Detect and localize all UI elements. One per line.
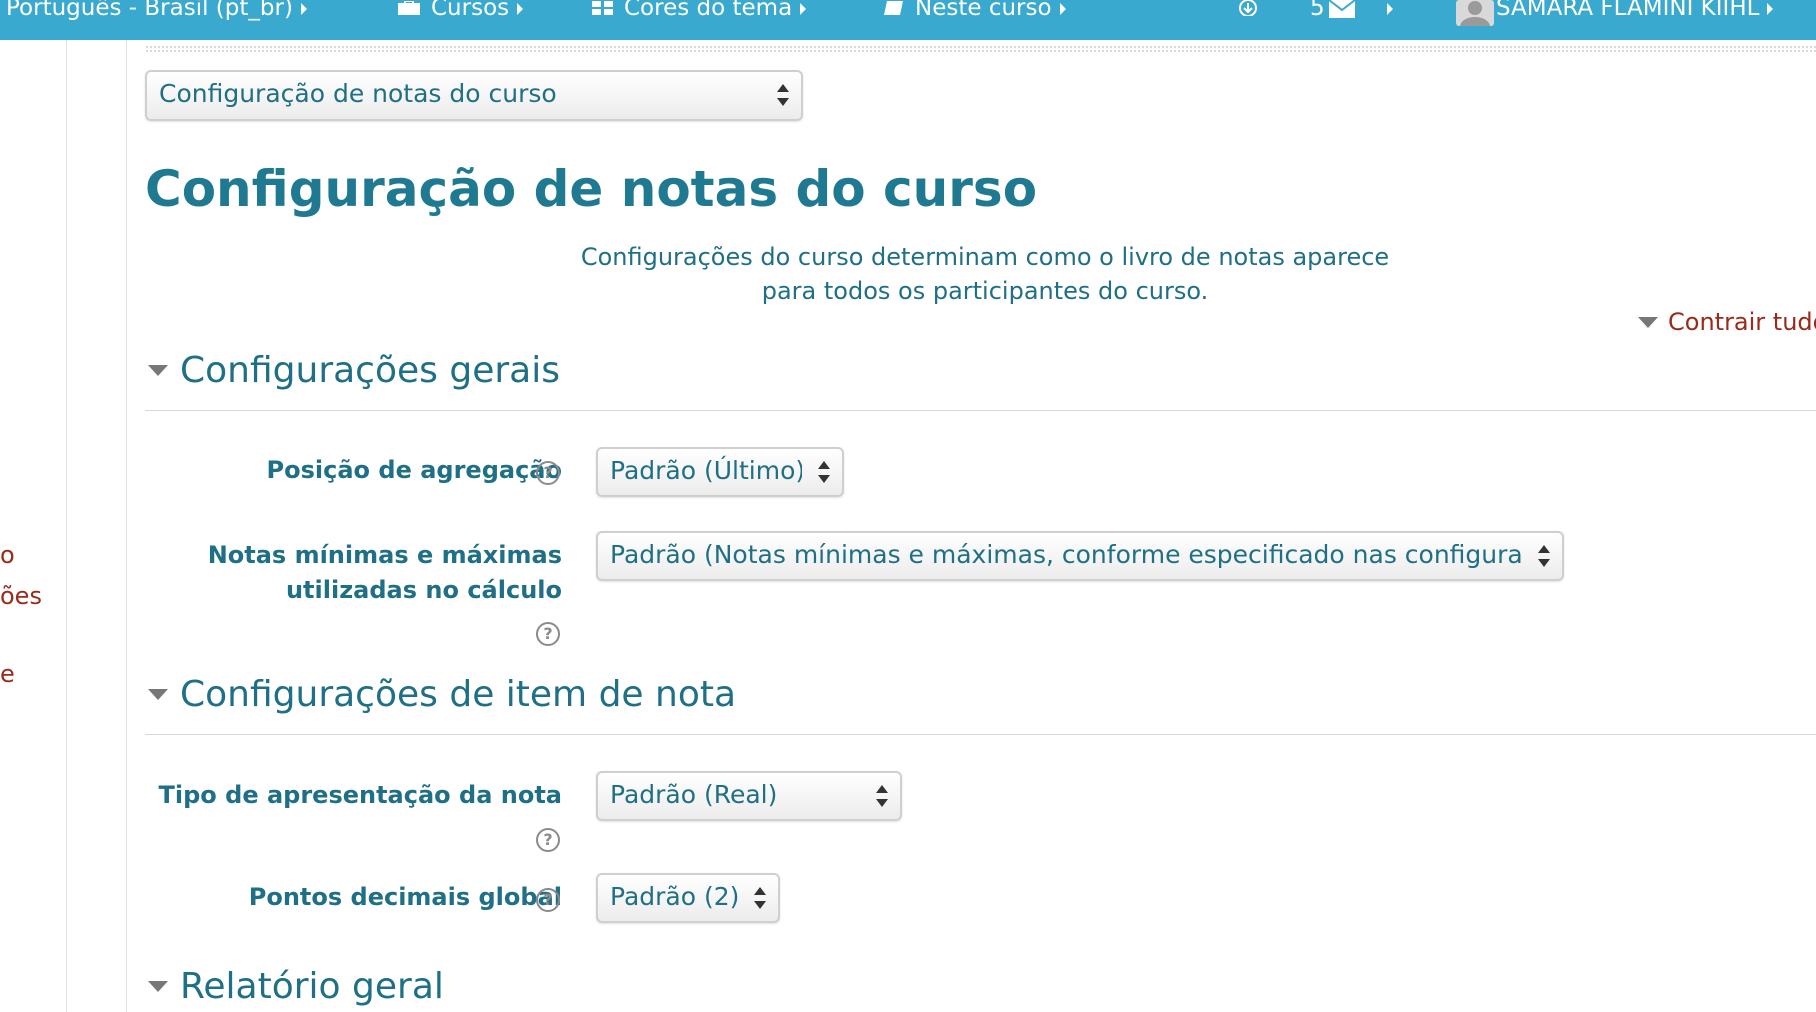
select-arrows-icon (1538, 545, 1550, 567)
intro-line-2: para todos os participantes do curso. (761, 277, 1209, 305)
help-icon[interactable]: ? (536, 622, 560, 646)
select-arrows-icon (777, 84, 789, 106)
minmax-value: Padrão (Notas mínimas e máximas, conform… (610, 540, 1522, 569)
help-icon[interactable]: ? (536, 828, 560, 852)
section-toggle-grade-item[interactable]: Configurações de item de nota (148, 674, 736, 715)
this-course-menu[interactable]: Neste curso (883, 0, 1066, 20)
section-divider (145, 410, 1816, 411)
decimal-points-label: Pontos decimais global (248, 883, 562, 911)
caret-right-icon (517, 3, 524, 15)
minmax-select[interactable]: Padrão (Notas mínimas e máximas, conform… (596, 531, 1564, 581)
caret-right-icon (300, 3, 307, 15)
courses-menu[interactable]: Cursos (397, 0, 524, 21)
avatar-icon (1456, 0, 1494, 27)
message-count: 5 (1310, 0, 1325, 21)
sidebar-link-fragment[interactable]: o (0, 541, 15, 569)
section-toggle-overview[interactable]: Relatório geral (148, 966, 444, 1007)
theme-colors-menu[interactable]: Cores do tema (592, 0, 807, 21)
book-icon (883, 0, 905, 16)
section-title: Configurações gerais (180, 350, 560, 391)
sidebar-border (66, 40, 67, 1012)
user-name: SAMARA FLAMINI KIIHL (1496, 0, 1760, 21)
minmax-label-line-1: Notas mínimas e máximas (207, 541, 562, 569)
user-menu[interactable]: SAMARA FLAMINI KIIHL (1456, 0, 1774, 26)
page-selector[interactable]: Configuração de notas do curso (145, 70, 803, 121)
display-type-value: Padrão (Real) (610, 780, 778, 809)
dotted-divider (145, 45, 1816, 53)
help-icon[interactable]: ? (536, 888, 560, 912)
language-label: Português - Brasil (pt_br) (6, 0, 293, 21)
content-border (126, 40, 127, 1012)
minmax-label: Notas mínimas e máximas utilizadas no cá… (208, 538, 562, 608)
triangle-down-icon (148, 689, 168, 700)
select-arrows-icon (754, 887, 766, 909)
intro-text: Configurações do curso determinam como o… (500, 240, 1470, 308)
section-divider (145, 734, 1816, 735)
top-navbar: Português - Brasil (pt_br) Cursos Cores … (0, 0, 1816, 40)
download-button[interactable] (1238, 0, 1258, 20)
caret-right-icon (800, 3, 807, 15)
triangle-down-icon (148, 365, 168, 376)
intro-line-1: Configurações do curso determinam como o… (580, 243, 1390, 271)
collapse-all-label: Contrair tudo (1668, 308, 1816, 336)
sidebar-link-fragment[interactable]: ões (0, 582, 42, 610)
select-arrows-icon (876, 785, 888, 807)
envelope-icon (1328, 0, 1356, 19)
caret-right-icon (1767, 3, 1774, 15)
this-course-label: Neste curso (915, 0, 1052, 21)
decimal-points-select[interactable]: Padrão (2) (596, 873, 780, 923)
caret-right-icon (1386, 3, 1393, 15)
briefcase-icon (397, 0, 421, 16)
sidebar-link-fragment[interactable]: e (0, 660, 15, 688)
triangle-down-icon (148, 981, 168, 992)
page-title: Configuração de notas do curso (145, 160, 1038, 218)
download-icon (1238, 0, 1258, 17)
section-title: Configurações de item de nota (180, 674, 737, 715)
help-icon[interactable]: ? (536, 461, 560, 485)
caret-right-icon (1059, 3, 1066, 15)
page-selector-value: Configuração de notas do curso (159, 79, 557, 108)
decimal-points-value: Padrão (2) (610, 882, 738, 911)
triangle-down-icon (1638, 316, 1658, 328)
collapse-all-link[interactable]: Contrair tudo (1638, 308, 1816, 336)
language-menu[interactable]: Português - Brasil (pt_br) (6, 0, 307, 20)
display-type-label: Tipo de apresentação da nota (158, 781, 562, 809)
section-title: Relatório geral (180, 966, 444, 1007)
courses-label: Cursos (431, 0, 510, 21)
section-toggle-general[interactable]: Configurações gerais (148, 350, 560, 391)
display-type-select[interactable]: Padrão (Real) (596, 771, 902, 821)
aggregation-position-select[interactable]: Padrão (Último) (596, 447, 844, 497)
select-arrows-icon (818, 461, 830, 483)
theme-colors-label: Cores do tema (624, 0, 793, 21)
aggregation-position-value: Padrão (Último) (610, 456, 802, 485)
minmax-label-line-2: utilizadas no cálculo (285, 576, 562, 604)
aggregation-position-label: Posição de agregação (266, 456, 562, 484)
messages-menu[interactable]: 5 (1310, 0, 1393, 20)
grid-icon (592, 0, 614, 16)
